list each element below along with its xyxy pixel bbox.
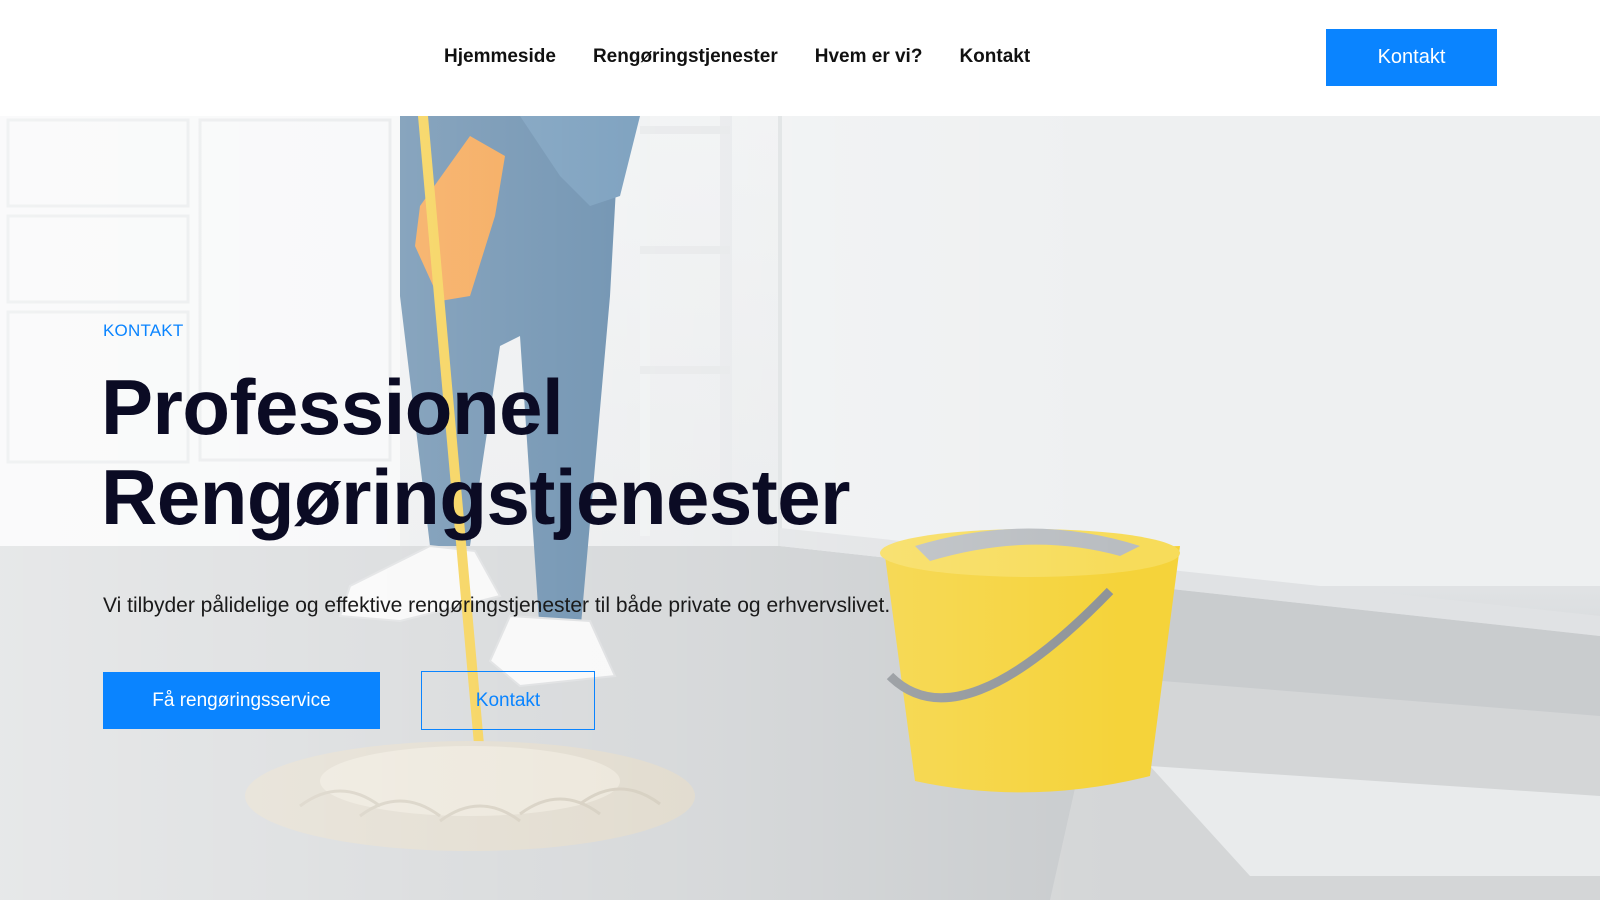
hero-title-line-2: Rengøringstjenester	[101, 453, 850, 541]
hero-subtitle: Vi tilbyder pålidelige og effektive reng…	[103, 594, 891, 617]
get-cleaning-service-button[interactable]: Få rengøringsservice	[103, 672, 380, 729]
nav-item-kontakt[interactable]: Kontakt	[959, 46, 1030, 68]
main-nav: Hjemmeside Rengøringstjenester Hvem er v…	[444, 46, 1030, 68]
hero-title: Professionel Rengøringstjenester	[101, 362, 1001, 542]
hero-contact-button[interactable]: Kontakt	[421, 671, 595, 730]
nav-item-hjemmeside[interactable]: Hjemmeside	[444, 46, 556, 68]
nav-item-rengoringstjenester[interactable]: Rengøringstjenester	[593, 46, 778, 68]
hero-eyebrow: KONTAKT	[103, 321, 184, 340]
hero-section: KONTAKT Professionel Rengøringstjenester…	[0, 116, 1600, 900]
hero-title-line-1: Professionel	[101, 363, 564, 451]
nav-item-hvem-er-vi[interactable]: Hvem er vi?	[815, 46, 923, 68]
header-contact-button[interactable]: Kontakt	[1326, 29, 1497, 86]
site-header: Hjemmeside Rengøringstjenester Hvem er v…	[0, 0, 1600, 116]
